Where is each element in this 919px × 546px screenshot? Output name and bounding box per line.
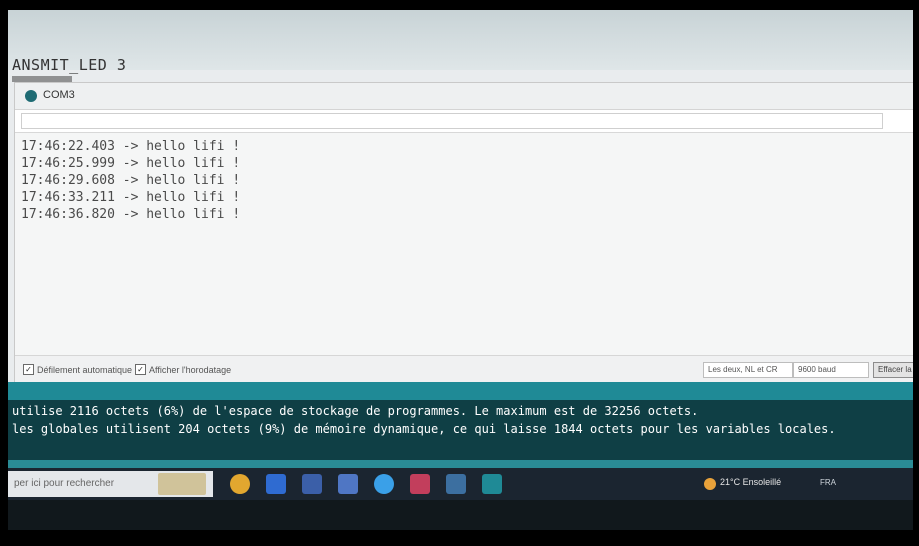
- serial-output: 17:46:22.403 -> hello lifi ! 17:46:25.99…: [21, 138, 901, 338]
- output-line: 17:46:36.820 -> hello lifi !: [21, 207, 241, 222]
- edge-icon[interactable]: [338, 474, 358, 494]
- bottom-bezel: [8, 500, 913, 530]
- serial-options-row: ✓ Défilement automatique ✓ Afficher l'ho…: [15, 355, 913, 384]
- line-ending-select[interactable]: Les deux, NL et CR: [703, 362, 793, 378]
- search-highlight-icon: [158, 473, 206, 495]
- autoscroll-checkbox[interactable]: ✓ Défilement automatique: [23, 364, 132, 375]
- timestamp-checkbox[interactable]: ✓ Afficher l'horodatage: [135, 364, 231, 375]
- checkmark-icon: ✓: [23, 364, 34, 375]
- serial-monitor-titlebar: COM3: [15, 83, 913, 110]
- console-line: utilise 2116 octets (6%) de l'espace de …: [12, 404, 699, 418]
- mail-icon[interactable]: [446, 474, 466, 494]
- taskbar: per ici pour rechercher 21°C Ensoleillé …: [8, 468, 913, 500]
- ide-header: ANSMIT_LED 3: [8, 10, 913, 74]
- arduino-icon: [25, 90, 37, 102]
- baud-select[interactable]: 9600 baud: [793, 362, 869, 378]
- sketch-tab[interactable]: ANSMIT_LED 3: [12, 56, 126, 74]
- send-row: [15, 110, 913, 133]
- console-line: les globales utilisent 204 octets (9%) d…: [12, 422, 836, 436]
- arduino-taskbar-icon[interactable]: [482, 474, 502, 494]
- checkmark-icon: ✓: [135, 364, 146, 375]
- serial-monitor-window: COM3 17:46:22.403 -> hello lifi ! 17:46:…: [14, 82, 913, 384]
- output-line: 17:46:29.608 -> hello lifi !: [21, 173, 241, 188]
- console-header: [8, 382, 913, 400]
- powerpoint-icon[interactable]: [410, 474, 430, 494]
- output-line: 17:46:22.403 -> hello lifi !: [21, 139, 241, 154]
- timestamp-label: Afficher l'horodatage: [149, 364, 232, 375]
- weather-text[interactable]: 21°C Ensoleillé: [720, 477, 781, 487]
- output-line: 17:46:33.211 -> hello lifi !: [21, 190, 241, 205]
- compiler-console: utilise 2116 octets (6%) de l'espace de …: [8, 400, 913, 460]
- sun-icon: [704, 478, 716, 490]
- output-line: 17:46:25.999 -> hello lifi !: [21, 156, 241, 171]
- store-icon[interactable]: [374, 474, 394, 494]
- taskbar-search[interactable]: per ici pour rechercher: [8, 471, 213, 497]
- language-indicator[interactable]: FRA: [820, 478, 836, 487]
- word-icon[interactable]: [266, 474, 286, 494]
- send-input[interactable]: [21, 113, 883, 129]
- autoscroll-label: Défilement automatique: [37, 364, 133, 375]
- chrome-icon[interactable]: [230, 474, 250, 494]
- console-status-bar: [8, 460, 913, 468]
- search-placeholder: per ici pour rechercher: [14, 478, 115, 489]
- screen: ANSMIT_LED 3 COM3 17:46:22.403 -> hello …: [8, 10, 913, 530]
- port-label: COM3: [43, 89, 75, 101]
- file-explorer-icon[interactable]: [302, 474, 322, 494]
- clear-output-button[interactable]: Effacer la sortie: [873, 362, 913, 378]
